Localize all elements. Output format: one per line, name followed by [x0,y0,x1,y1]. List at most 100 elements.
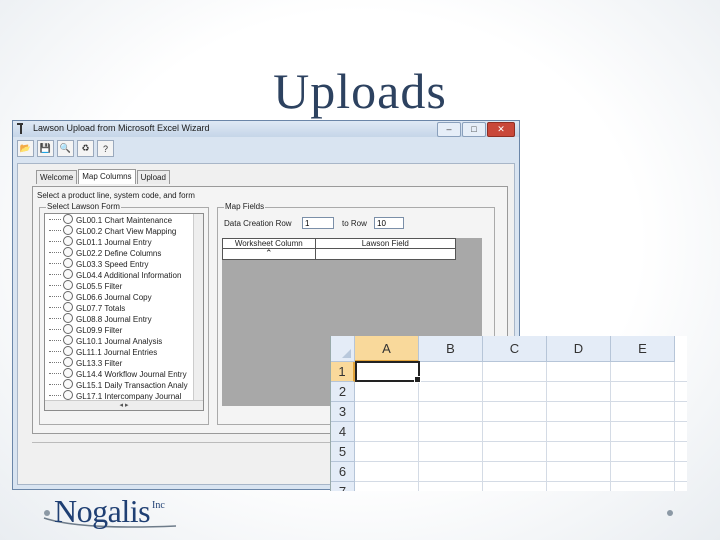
preview-icon: 🔍 [59,143,72,153]
column-header[interactable]: E [611,336,675,362]
grid-cell-lawson[interactable] [316,249,455,259]
tree-item[interactable]: GL00.2 Chart View Mapping [45,225,203,236]
tree-item-label: GL00.2 Chart View Mapping [76,227,177,236]
tree-item-label: GL15.1 Daily Transaction Analy [76,381,188,390]
intro-text: Select a product line, system code, and … [37,191,195,200]
tree-item[interactable]: GL09.9 Filter [45,324,203,335]
refresh-icon: ♻ [81,143,90,153]
logo-suffix: Inc [152,500,165,511]
column-header[interactable]: B [419,336,483,362]
tree-item-label: GL03.3 Speed Entry [76,260,149,269]
tree-item[interactable]: GL08.8 Journal Entry [45,313,203,324]
tree-item[interactable]: GL01.1 Journal Entry [45,236,203,247]
row-header[interactable]: 4 [331,422,355,442]
column-header[interactable]: D [547,336,611,362]
tree-item[interactable]: GL13.3 Filter [45,357,203,368]
form-icon [63,357,73,367]
tree-item-label: GL08.8 Journal Entry [76,315,152,324]
tab-welcome[interactable]: Welcome [36,170,78,184]
col-header-worksheet[interactable]: Worksheet Column [223,239,316,248]
window-titlebar[interactable]: Lawson Upload from Microsoft Excel Wizar… [13,121,519,137]
help-icon: ? [102,143,108,154]
open-button[interactable]: 📂 [17,140,34,157]
form-icon [63,291,73,301]
tree-item[interactable]: GL04.4 Additional Information [45,269,203,280]
form-icon [63,379,73,389]
tree-item[interactable]: GL07.7 Totals [45,302,203,313]
form-icon [63,280,73,290]
tree-item[interactable]: GL03.3 Speed Entry [45,258,203,269]
row-header[interactable]: 1 [331,362,355,382]
tab-map-columns[interactable]: Map Columns [78,169,136,184]
preview-button[interactable]: 🔍 [57,140,74,157]
tree-item[interactable]: GL11.1 Journal Entries [45,346,203,357]
tab-upload[interactable]: Upload [136,170,170,184]
save-icon: 💾 [39,143,52,153]
row-header[interactable]: 6 [331,462,355,482]
form-icon [63,269,73,279]
tree-item[interactable]: GL14.4 Workflow Journal Entry [45,368,203,379]
data-row-label: Data Creation Row [224,219,292,228]
slide-title: Uploads [273,63,447,119]
row-header[interactable]: 2 [331,382,355,402]
open-icon: 📂 [19,143,32,153]
tree-item-label: GL00.1 Chart Maintenance [76,216,173,225]
form-group: Select Lawson Form GL00.1 Chart Maintena… [39,202,209,425]
refresh-button[interactable]: ♻ [77,140,94,157]
close-button[interactable]: ✕ [487,122,515,137]
help-button[interactable]: ? [97,140,114,157]
tree-item[interactable]: GL00.1 Chart Maintenance [45,214,203,225]
tree-item-label: GL13.3 Filter [76,359,123,368]
data-row-input[interactable]: 1 [302,217,334,229]
form-icon [63,335,73,345]
tree-item[interactable]: GL15.1 Daily Transaction Analy [45,379,203,390]
tab-strip: Welcome Map Columns Upload [36,169,170,185]
form-icon [63,247,73,257]
tree-horizontal-scrollbar[interactable]: ◂ ▸ [45,400,203,410]
form-icon [63,258,73,268]
form-icon [63,390,73,400]
row-header[interactable]: 5 [331,442,355,462]
form-icon [63,346,73,356]
to-row-label: to Row [342,219,367,228]
tree-item-label: GL05.5 Filter [76,282,123,291]
map-fields-label: Map Fields [224,202,266,211]
column-header[interactable]: C [483,336,547,362]
tree-vertical-scrollbar[interactable] [193,214,203,401]
tree-item[interactable]: GL10.1 Journal Analysis [45,335,203,346]
to-row-input[interactable]: 10 [374,217,404,229]
maximize-button[interactable]: □ [462,122,486,137]
form-icon [63,225,73,235]
company-logo: Nogalis [54,493,151,529]
select-all-corner[interactable] [331,336,355,362]
grid-header: Worksheet Column Lawson Field [222,238,456,249]
tree-item-label: GL09.9 Filter [76,326,123,335]
grid-row-symbol: ⌃ [223,249,316,259]
col-header-lawson[interactable]: Lawson Field [316,239,455,248]
form-tree[interactable]: GL00.1 Chart Maintenance GL00.2 Chart Vie… [44,213,204,411]
row-header[interactable]: 3 [331,402,355,422]
form-group-label: Select Lawson Form [46,202,121,211]
tree-item[interactable]: GL06.6 Journal Copy [45,291,203,302]
active-cell[interactable] [355,361,421,383]
tree-item-label: GL06.6 Journal Copy [76,293,152,302]
fill-handle[interactable] [414,376,421,383]
column-header[interactable]: A [355,336,419,362]
toolbar: 📂 💾 🔍 ♻ ? [17,140,114,160]
minimize-button[interactable]: – [437,122,461,137]
window-title: Lawson Upload from Microsoft Excel Wizar… [33,123,210,133]
app-icon [17,123,23,134]
tree-item[interactable]: GL05.5 Filter [45,280,203,291]
tree-item-label: GL11.1 Journal Entries [76,348,158,357]
bullet-dot-left [44,510,50,516]
tree-item-label: GL02.2 Define Columns [76,249,162,258]
grid-row[interactable]: ⌃ [222,249,456,260]
tree-item-label: GL10.1 Journal Analysis [76,337,163,346]
save-button[interactable]: 💾 [37,140,54,157]
tree-item-label: GL14.4 Workflow Journal Entry [76,370,187,379]
tree-item-label: GL07.7 Totals [76,304,126,313]
form-icon [63,313,73,323]
tree-item[interactable]: GL02.2 Define Columns [45,247,203,258]
row-header[interactable]: 7 [331,482,355,491]
form-icon [63,214,73,224]
